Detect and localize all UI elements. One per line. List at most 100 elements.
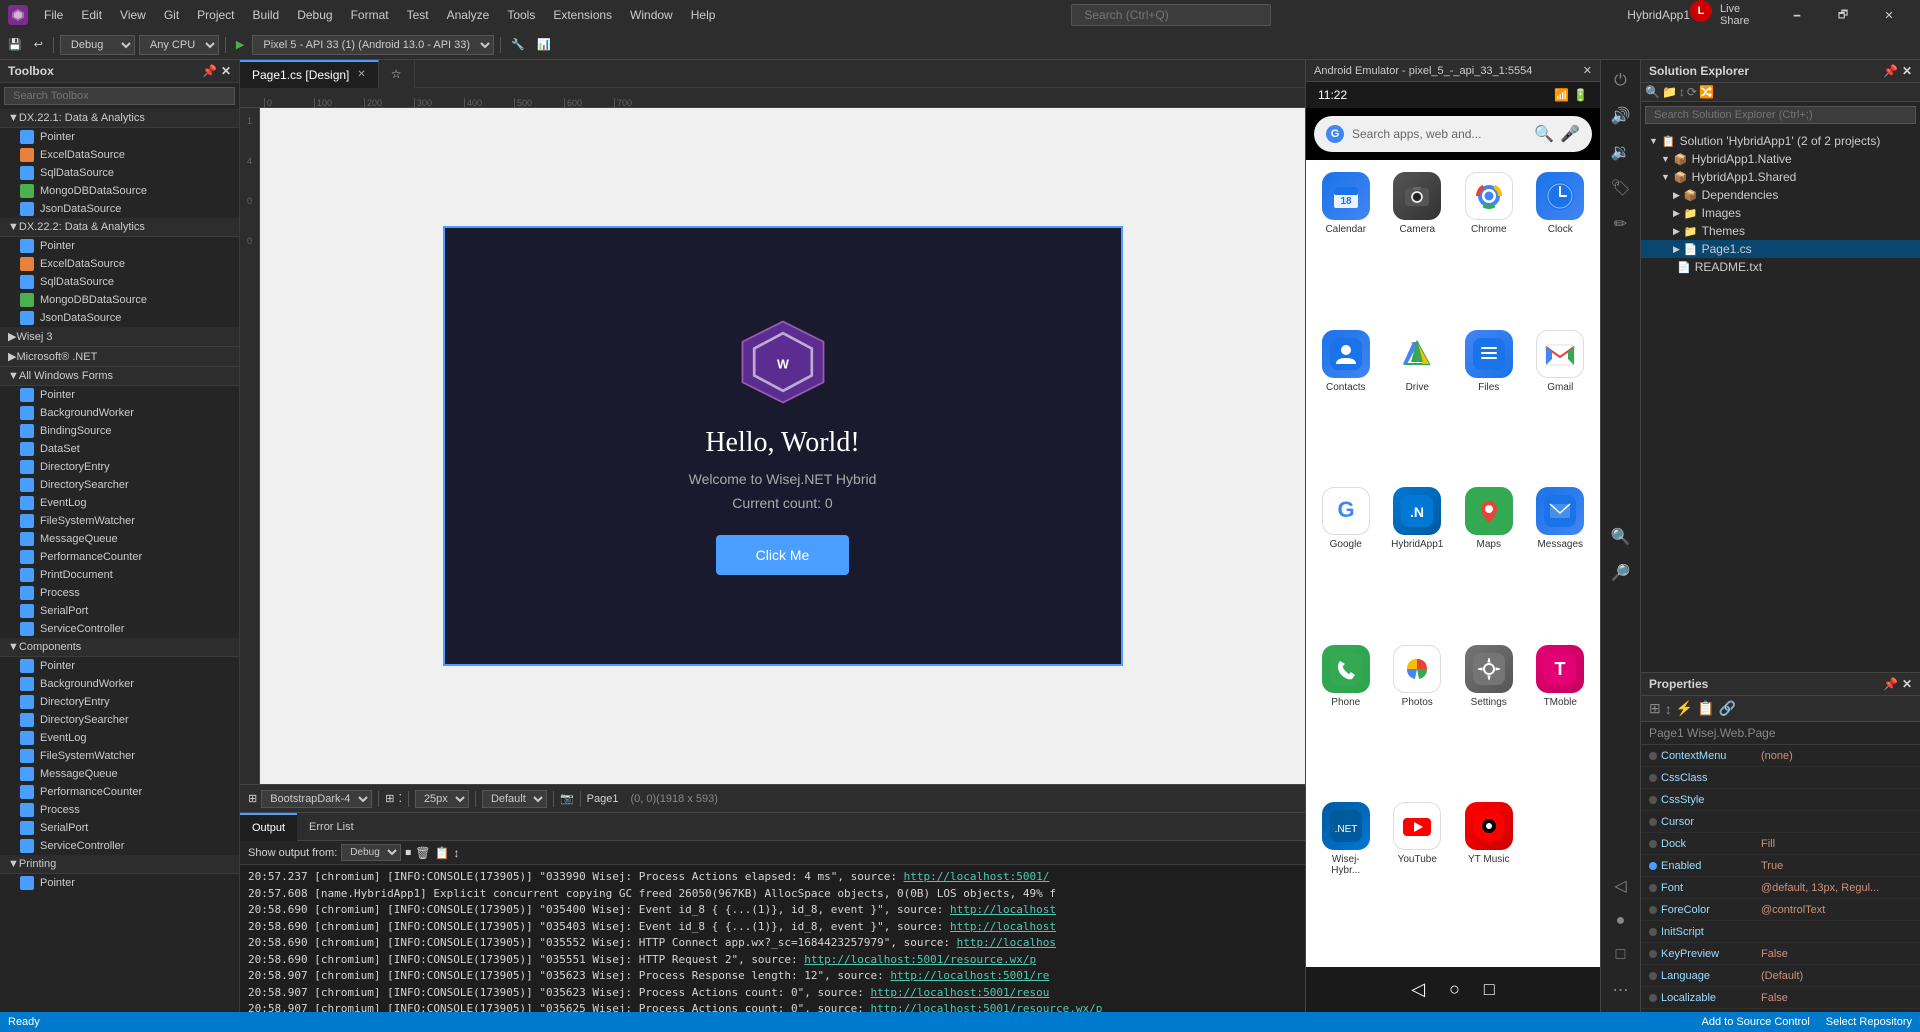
se-toolbar-icon-5[interactable]: 🔀 <box>1699 85 1714 99</box>
app-icon-camera[interactable]: Camera <box>1386 168 1450 318</box>
tab-output[interactable]: Output <box>240 813 297 841</box>
se-toolbar-icon-3[interactable]: ↕ <box>1679 85 1685 99</box>
toolbox-item-exceldatasource-1[interactable]: ExcelDataSource <box>0 146 239 164</box>
toolbox-section-header-dx221[interactable]: ▼ DX.22.1: Data & Analytics <box>0 109 239 128</box>
lens-icon[interactable]: 🔍 <box>1534 124 1554 144</box>
emulator-side-vol-up-icon[interactable]: 🔊 <box>1607 102 1635 130</box>
se-toolbar-icon-2[interactable]: 📁 <box>1662 85 1677 99</box>
app-icon-gmail[interactable]: Gmail <box>1529 326 1593 476</box>
add-source-control-button[interactable]: Add to Source Control <box>1702 1016 1810 1028</box>
toolbox-item-serialport[interactable]: SerialPort <box>0 602 239 620</box>
se-pin-icon[interactable]: 📌 <box>1883 64 1898 78</box>
toolbox-section-header-winforms[interactable]: ▼ All Windows Forms <box>0 367 239 386</box>
toolbox-item-pointer-4[interactable]: Pointer <box>0 657 239 675</box>
tab-errorlist[interactable]: Error List <box>297 813 366 841</box>
toolbox-item-sp-comp[interactable]: SerialPort <box>0 819 239 837</box>
config-dropdown[interactable]: Debug Release <box>60 35 135 55</box>
toolbox-item-bindingsource[interactable]: BindingSource <box>0 422 239 440</box>
toolbox-search-input[interactable] <box>4 87 235 105</box>
restore-button[interactable]: 🗗 <box>1820 0 1866 30</box>
prop-localizable[interactable]: Localizable False <box>1641 987 1920 1009</box>
tab-page1-design[interactable]: Page1.cs [Design] ✕ <box>240 60 379 88</box>
emulator-side-back-icon[interactable]: ◁ <box>1610 872 1630 900</box>
home-button[interactable]: ○ <box>1449 979 1460 1000</box>
toolbox-item-de-comp[interactable]: DirectoryEntry <box>0 693 239 711</box>
toolbox-item-mq-comp[interactable]: MessageQueue <box>0 765 239 783</box>
prop-enabled[interactable]: Enabled True <box>1641 855 1920 877</box>
select-repository-button[interactable]: Select Repository <box>1826 1016 1912 1028</box>
toolbox-item-svc-comp[interactable]: ServiceController <box>0 837 239 855</box>
toolbox-item-bw-comp[interactable]: BackgroundWorker <box>0 675 239 693</box>
tree-native[interactable]: ▼ 📦 HybridApp1.Native <box>1641 150 1920 168</box>
menu-edit[interactable]: Edit <box>73 4 110 26</box>
toolbox-item-messagequeue[interactable]: MessageQueue <box>0 530 239 548</box>
toolbox-section-header-printing[interactable]: ▼ Printing <box>0 855 239 874</box>
emulator-close-icon[interactable]: ✕ <box>1583 64 1592 77</box>
prop-contextmenu[interactable]: ContextMenu (none) <box>1641 745 1920 767</box>
toolbox-item-fsw-comp[interactable]: FileSystemWatcher <box>0 747 239 765</box>
props-tool-2[interactable]: ↕ <box>1665 701 1672 717</box>
toolbox-section-header-microsoft[interactable]: ▶ Microsoft® .NET <box>0 347 239 367</box>
app-icon-clock[interactable]: Clock <box>1529 168 1593 318</box>
tree-shared[interactable]: ▼ 📦 HybridApp1.Shared <box>1641 168 1920 186</box>
menu-format[interactable]: Format <box>343 4 397 26</box>
tab-close-icon[interactable]: ✕ <box>357 69 365 80</box>
designer-canvas[interactable]: W Hello, World! Welcome to Wisej.NET Hyb… <box>260 108 1305 784</box>
menu-extensions[interactable]: Extensions <box>545 4 620 26</box>
toolbox-section-header-wisej3[interactable]: ▶ Wisej 3 <box>0 327 239 347</box>
toolbar-icon-4[interactable]: 📊 <box>533 36 555 53</box>
toolbox-item-sqldatasource-2[interactable]: SqlDataSource <box>0 273 239 291</box>
prop-dock[interactable]: Dock Fill <box>1641 833 1920 855</box>
toolbox-section-header-components[interactable]: ▼ Components <box>0 638 239 657</box>
emulator-side-power-icon[interactable]: ⏻ <box>1610 68 1631 94</box>
output-link-3[interactable]: http://localhost <box>950 920 1056 933</box>
toolbox-item-mongodbdatasource-2[interactable]: MongoDBDataSource <box>0 291 239 309</box>
app-icon-messages[interactable]: Messages <box>1529 483 1593 633</box>
output-link-8[interactable]: http://localhost:5001/resource.wx/p <box>871 1002 1103 1012</box>
emulator-side-zoom-out-icon[interactable]: 🔎 <box>1607 559 1635 587</box>
app-icon-google[interactable]: G Google <box>1314 483 1378 633</box>
app-icon-files[interactable]: Files <box>1457 326 1521 476</box>
se-close-icon[interactable]: ✕ <box>1902 64 1912 78</box>
emulator-side-tag-icon[interactable]: 🏷 <box>1606 174 1634 202</box>
app-icon-youtube[interactable]: YouTube <box>1386 798 1450 959</box>
output-toolbar-icon-3[interactable]: 📋 <box>435 846 450 860</box>
prop-cssstyle[interactable]: CssStyle <box>1641 789 1920 811</box>
menu-git[interactable]: Git <box>156 4 187 26</box>
menu-window[interactable]: Window <box>622 4 681 26</box>
app-icon-chrome[interactable]: Chrome <box>1457 168 1521 318</box>
toolbox-item-directoryentry[interactable]: DirectoryEntry <box>0 458 239 476</box>
emulator-side-dot-icon[interactable]: ● <box>1612 908 1630 934</box>
props-tool-3[interactable]: ⚡ <box>1676 700 1693 717</box>
output-toolbar-icon-4[interactable]: ↕ <box>453 846 459 860</box>
recents-button[interactable]: □ <box>1484 979 1495 1000</box>
tree-solution[interactable]: ▼ 📋 Solution 'HybridApp1' (2 of 2 projec… <box>1641 132 1920 150</box>
toolbox-item-ds-comp[interactable]: DirectorySearcher <box>0 711 239 729</box>
tree-readme[interactable]: 📄 README.txt <box>1641 258 1920 276</box>
se-toolbar-icon-4[interactable]: ⟳ <box>1687 85 1697 99</box>
menu-project[interactable]: Project <box>189 4 242 26</box>
toolbox-item-pointer-3[interactable]: Pointer <box>0 386 239 404</box>
prop-font[interactable]: Font @default, 13px, Regul... <box>1641 877 1920 899</box>
output-link-4[interactable]: http://localhos <box>957 936 1056 949</box>
props-pin-icon[interactable]: 📌 <box>1883 677 1898 691</box>
prop-forecolor[interactable]: ForeColor @controlText <box>1641 899 1920 921</box>
tree-dependencies[interactable]: ▶ 📦 Dependencies <box>1641 186 1920 204</box>
emulator-side-zoom-in-icon[interactable]: 🔍 <box>1607 523 1635 551</box>
default-dropdown[interactable]: Default <box>482 790 547 808</box>
prop-cursor[interactable]: Cursor <box>1641 811 1920 833</box>
menu-build[interactable]: Build <box>245 4 288 26</box>
app-icon-hybridapp[interactable]: .N HybridApp1 <box>1386 483 1450 633</box>
toolbox-item-eventlog[interactable]: EventLog <box>0 494 239 512</box>
props-close-icon[interactable]: ✕ <box>1902 677 1912 691</box>
grid-dots-icon[interactable]: ⁚ <box>398 792 402 805</box>
emulator-search-bar[interactable]: G Search apps, web and... 🔍 🎤 <box>1314 116 1592 152</box>
toolbox-section-header-dx222[interactable]: ▼ DX.22.2: Data & Analytics <box>0 218 239 237</box>
tree-themes[interactable]: ▶ 📁 Themes <box>1641 222 1920 240</box>
prop-locked[interactable]: Locked False <box>1641 1009 1920 1012</box>
emulator-side-more-icon[interactable]: ⋯ <box>1609 976 1633 1004</box>
toolbox-item-jsondatasource-2[interactable]: JsonDataSource <box>0 309 239 327</box>
props-tool-1[interactable]: ⊞ <box>1649 700 1661 717</box>
toolbar-icon-3[interactable]: 🔧 <box>507 36 529 53</box>
output-link-2[interactable]: http://localhost <box>950 903 1056 916</box>
